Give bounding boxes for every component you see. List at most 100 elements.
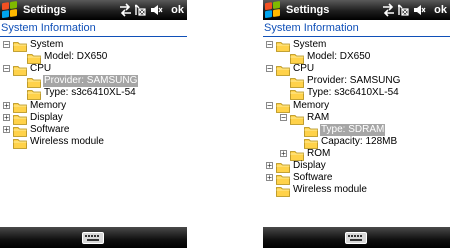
collapse-icon[interactable]: − — [3, 65, 10, 73]
tree-item[interactable]: Provider: SAMSUNG — [263, 75, 450, 89]
expand-icon[interactable]: + — [3, 101, 10, 109]
menu-bar — [263, 227, 450, 248]
tree-item-label: System — [293, 39, 327, 50]
heading-divider — [0, 36, 187, 37]
device-screen-right: Settings ok System Information − System Mo… — [263, 0, 450, 248]
tree-item-label: Type: SDRAM — [320, 123, 386, 136]
folder-icon — [276, 160, 290, 173]
collapse-icon[interactable]: − — [266, 41, 273, 49]
tree-item-label: CPU — [30, 63, 52, 75]
tree-item[interactable]: − RAM — [263, 111, 450, 125]
tree-item-label: RAM — [307, 111, 330, 123]
folder-icon — [290, 87, 304, 101]
tree-item-label: Software — [30, 123, 70, 135]
tree-item[interactable]: − System — [0, 39, 187, 52]
sync-arrows-icon[interactable] — [382, 3, 395, 17]
tree-item-label: Model: DX650 — [307, 51, 371, 63]
tree-item[interactable]: Model: DX650 — [263, 51, 450, 64]
speaker-muted-icon[interactable] — [413, 3, 426, 17]
tree-item-label: Provider: SAMSUNG — [43, 75, 139, 88]
folder-icon — [290, 112, 304, 125]
sync-arrows-icon[interactable] — [119, 3, 132, 17]
tree-item-label: Software — [293, 172, 333, 184]
expand-icon[interactable]: + — [280, 149, 287, 157]
page-heading: System Information — [1, 22, 96, 34]
folder-icon — [290, 51, 304, 64]
tree-item[interactable]: + Display — [263, 160, 450, 173]
tree-item[interactable]: Type: s3c6410XL-54 — [263, 87, 450, 101]
collapse-icon[interactable]: − — [266, 65, 273, 73]
tree-item-label: ROM — [307, 147, 331, 159]
folder-icon — [13, 39, 27, 52]
device-screen-left: Settings ok System Information − System Mo… — [0, 0, 187, 248]
window-title: Settings — [286, 4, 330, 16]
tree-item[interactable]: Provider: SAMSUNG — [0, 75, 187, 89]
tree-item-label: Capacity: 128MB — [321, 135, 398, 147]
tree-item[interactable]: + Display — [0, 111, 187, 125]
title-bar: Settings ok — [263, 0, 450, 20]
collapse-icon[interactable]: − — [280, 113, 287, 121]
title-bar: Settings ok — [0, 0, 187, 20]
expand-icon[interactable]: + — [266, 162, 273, 170]
signal-off-icon[interactable] — [398, 3, 410, 17]
folder-icon — [290, 148, 304, 161]
folder-icon — [13, 124, 27, 137]
tree-item-label: Display — [30, 111, 63, 123]
signal-off-icon[interactable] — [135, 3, 147, 17]
folder-icon — [304, 136, 318, 149]
expand-icon[interactable]: + — [3, 125, 10, 133]
keyboard-icon[interactable] — [345, 232, 367, 244]
folder-icon — [276, 39, 290, 52]
tree-item[interactable]: + Software — [0, 123, 187, 137]
tree-item-label: Wireless module — [293, 184, 367, 196]
tree-item[interactable]: + ROM — [263, 147, 450, 161]
window-title: Settings — [23, 4, 67, 16]
tree-item[interactable]: − Memory — [263, 99, 450, 113]
folder-icon — [13, 63, 27, 77]
windows-start-icon[interactable] — [265, 1, 281, 19]
folder-icon — [13, 100, 27, 113]
tree-item[interactable]: Wireless module — [0, 135, 187, 149]
windows-start-icon[interactable] — [2, 1, 18, 19]
folder-icon — [27, 75, 41, 89]
expand-icon[interactable]: + — [3, 113, 10, 121]
folder-icon — [13, 112, 27, 125]
folder-icon — [13, 136, 27, 149]
folder-icon — [304, 124, 318, 137]
ok-button[interactable]: ok — [171, 3, 184, 17]
tree-item[interactable]: Model: DX650 — [0, 51, 187, 64]
folder-icon — [27, 87, 41, 101]
tree-item-label: Provider: SAMSUNG — [307, 75, 401, 87]
tree-item-label: Model: DX650 — [44, 51, 108, 63]
speaker-muted-icon[interactable] — [150, 3, 163, 17]
collapse-icon[interactable]: − — [266, 101, 273, 109]
tree-item-label: Wireless module — [30, 135, 104, 147]
tree-item[interactable]: + Software — [263, 172, 450, 185]
heading-divider — [263, 36, 450, 37]
page-heading: System Information — [264, 22, 359, 34]
tree-item[interactable]: + Memory — [0, 99, 187, 113]
folder-icon — [276, 100, 290, 113]
tree-item-label: CPU — [293, 63, 315, 75]
ok-button[interactable]: ok — [434, 3, 447, 17]
collapse-icon[interactable]: − — [3, 41, 10, 49]
folder-icon — [276, 63, 290, 77]
tree-item[interactable]: Wireless module — [263, 184, 450, 198]
tree-item-label: Memory — [30, 99, 67, 111]
tree-item[interactable]: − CPU — [0, 63, 187, 77]
tree-item[interactable]: − CPU — [263, 63, 450, 77]
tree-item[interactable]: Capacity: 128MB — [263, 135, 450, 149]
folder-icon — [27, 51, 41, 64]
folder-icon — [290, 75, 304, 89]
tree-item[interactable]: − System — [263, 39, 450, 52]
tree-item-label: System — [30, 39, 64, 50]
tree-item-label: Memory — [293, 99, 330, 111]
tree-item-label: Display — [293, 160, 326, 171]
tree-item[interactable]: Type: s3c6410XL-54 — [0, 87, 187, 101]
keyboard-icon[interactable] — [82, 232, 104, 244]
folder-icon — [276, 184, 290, 198]
tree-item[interactable]: Type: SDRAM — [263, 123, 450, 137]
folder-icon — [276, 172, 290, 185]
menu-bar — [0, 227, 187, 248]
expand-icon[interactable]: + — [266, 174, 273, 182]
